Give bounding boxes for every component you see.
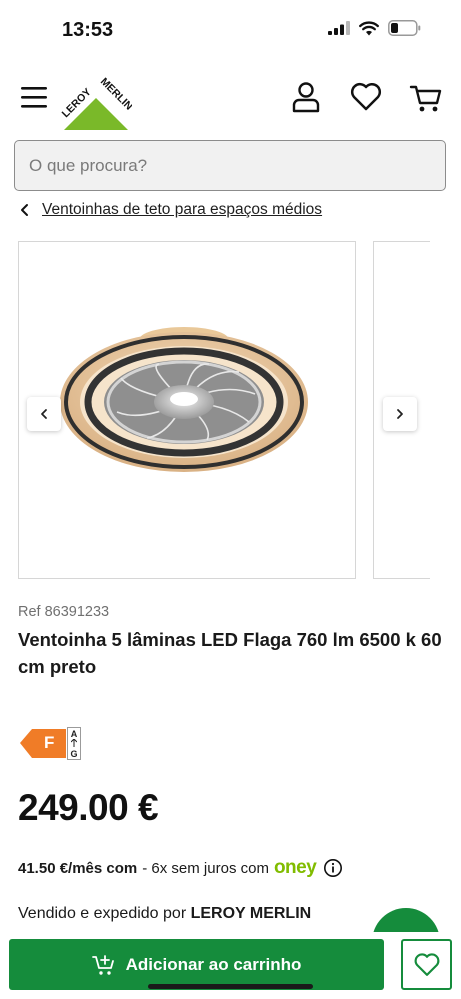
breadcrumb-link[interactable]: Ventoinhas de teto para espaços médios (42, 201, 322, 219)
cart-button[interactable] (409, 80, 443, 114)
status-icons (328, 20, 421, 36)
cart-icon (409, 85, 442, 112)
user-icon (292, 82, 320, 113)
product-image-next[interactable] (373, 241, 430, 579)
account-button[interactable] (289, 80, 323, 114)
gallery-next-button[interactable] (383, 397, 417, 431)
chevron-left-icon (41, 409, 47, 419)
product-gallery (18, 241, 430, 579)
installment-text: - 6x sem juros com (142, 859, 269, 877)
installment-info: 41.50 €/mês com - 6x sem juros com oney (18, 857, 343, 879)
product-price: 249.00 € (18, 787, 159, 828)
header: LEROY MERLIN (0, 62, 461, 140)
signal-icon (328, 21, 350, 35)
wishlist-button[interactable] (349, 80, 383, 114)
energy-scale: A G (67, 727, 81, 760)
sold-by-name: LEROY MERLIN (190, 905, 312, 922)
energy-scale-top: A (70, 729, 78, 739)
add-to-wishlist-button[interactable] (401, 939, 452, 990)
cart-plus-icon (91, 954, 114, 975)
product-image-main[interactable] (18, 241, 356, 579)
chevron-right-icon (397, 409, 403, 419)
status-time: 13:53 (62, 19, 114, 41)
wifi-icon (359, 20, 379, 35)
status-bar: 13:53 (0, 0, 461, 62)
scale-arrow-icon (70, 738, 78, 747)
energy-scale-bottom: G (70, 749, 78, 759)
search-box (14, 140, 446, 191)
oney-logo: oney (273, 857, 317, 878)
menu-button[interactable] (18, 84, 50, 110)
product-title: Ventoinha 5 lâminas LED Flaga 760 lm 650… (18, 629, 442, 677)
product-ref: Ref 86391233 (18, 604, 110, 620)
sold-by-prefix: Vendido e expedido por (18, 905, 187, 922)
search-input[interactable] (15, 141, 445, 190)
heart-icon (350, 82, 382, 111)
menu-icon (21, 87, 47, 108)
ceiling-fan-image (60, 327, 308, 472)
breadcrumb[interactable]: Ventoinhas de teto para espaços médios (18, 201, 322, 219)
energy-label[interactable]: F A G (20, 726, 82, 762)
add-to-cart-label: Adicionar ao carrinho (125, 954, 302, 974)
installment-amount: 41.50 €/mês com (18, 859, 138, 877)
leroy-merlin-logo[interactable]: LEROY MERLIN (60, 74, 135, 134)
home-indicator (148, 984, 313, 989)
info-icon[interactable] (323, 858, 343, 878)
bottom-action-bar: Adicionar ao carrinho (0, 932, 461, 999)
sold-by: Vendido e expedido por LEROY MERLIN (18, 905, 311, 923)
heart-icon (414, 952, 439, 976)
chevron-left-icon (21, 204, 28, 216)
gallery-prev-button[interactable] (27, 397, 61, 431)
energy-class: F (44, 733, 55, 752)
battery-icon (388, 20, 421, 36)
add-to-cart-button[interactable]: Adicionar ao carrinho (9, 939, 384, 990)
